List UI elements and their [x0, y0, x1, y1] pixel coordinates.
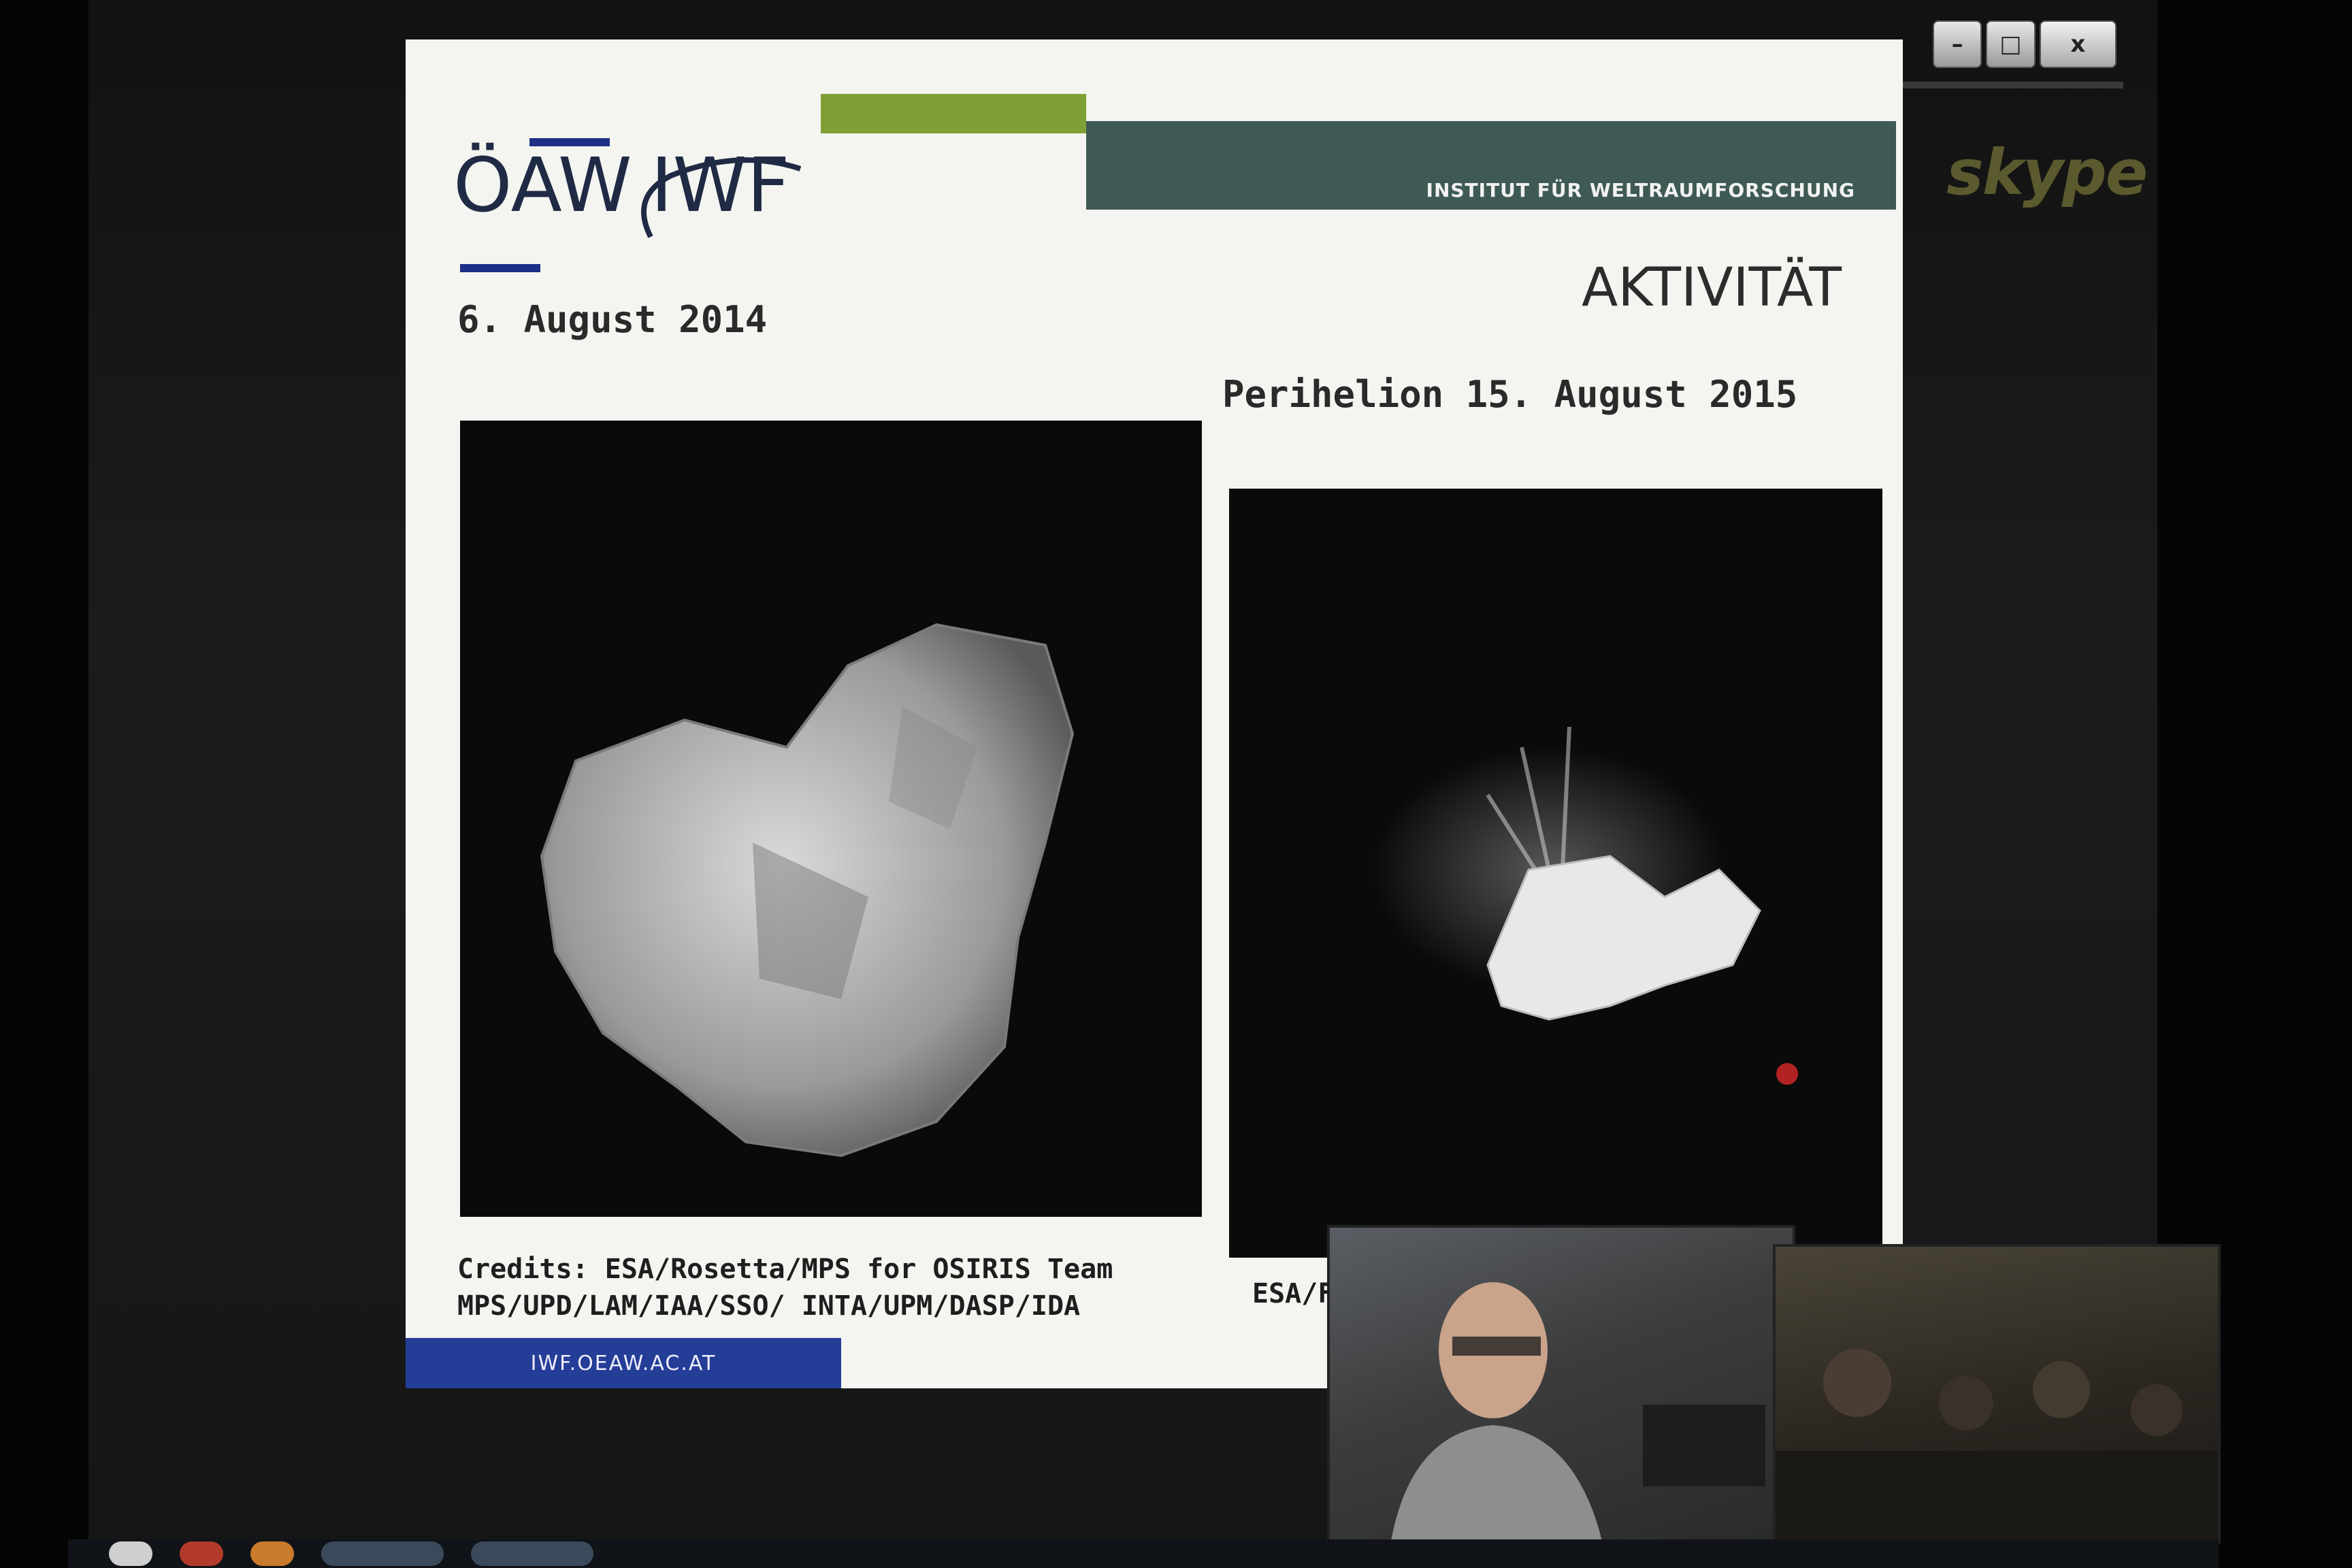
comet-nucleus-shape: [540, 623, 1075, 1158]
audience-video-feed[interactable]: [1773, 1244, 2221, 1544]
logo-iwf-text: IWF: [651, 142, 790, 229]
restore-button[interactable]: □: [1986, 20, 2036, 68]
window-controls: – □ x: [1933, 20, 2117, 68]
image-credits: Credits: ESA/Rosetta/MPS for OSIRIS Team…: [457, 1251, 1113, 1324]
speaker-video-feed[interactable]: [1327, 1225, 1795, 1544]
oeaw-iwf-logo: ÖAW IWF: [453, 67, 807, 272]
slide-title: AKTIVITÄT: [1581, 257, 1842, 318]
right-image-credit: ESA/F: [1252, 1278, 1335, 1309]
logo-oeaw-text: ÖAW: [453, 142, 632, 229]
comet-outburst-shape: [1372, 726, 1798, 1085]
close-button[interactable]: x: [2039, 20, 2117, 68]
footer-url: IWF.OEAW.AC.AT: [406, 1338, 841, 1388]
minimize-button[interactable]: –: [1933, 20, 1982, 68]
taskbar-app-icon[interactable]: [180, 1541, 223, 1566]
taskbar-window-button[interactable]: [471, 1541, 593, 1566]
comet-perihelion-image: [1229, 489, 1882, 1258]
skype-logo: skype: [1946, 136, 2148, 209]
right-image-caption: Perihelion 15. August 2015: [1222, 373, 1798, 416]
credit-line: MPS/UPD/LAM/IAA/SSO/ INTA/UPM/DASP/IDA: [457, 1290, 1081, 1322]
taskbar: [68, 1539, 2219, 1568]
taskbar-app-icon[interactable]: [250, 1541, 294, 1566]
red-marker-icon: [1776, 1063, 1798, 1085]
speaker-silhouette: [1391, 1282, 1765, 1541]
taskbar-window-button[interactable]: [321, 1541, 444, 1566]
taskbar-app-icon[interactable]: [109, 1541, 152, 1566]
audience-silhouettes: [1776, 1349, 2218, 1541]
left-image-caption: 6. August 2014: [457, 298, 768, 341]
green-header-bar: [821, 94, 1086, 133]
logo-accent-bar: [460, 264, 540, 272]
institute-banner-label: INSTITUT FÜR WELTRAUMFORSCHUNG: [1426, 179, 1855, 201]
credit-line: Credits: ESA/Rosetta/MPS for OSIRIS Team: [457, 1254, 1113, 1285]
institute-banner: INSTITUT FÜR WELTRAUMFORSCHUNG: [1086, 121, 1896, 210]
presentation-slide: INSTITUT FÜR WELTRAUMFORSCHUNG ÖAW IWF A…: [406, 39, 1903, 1388]
comet-nucleus-image: [460, 421, 1202, 1217]
